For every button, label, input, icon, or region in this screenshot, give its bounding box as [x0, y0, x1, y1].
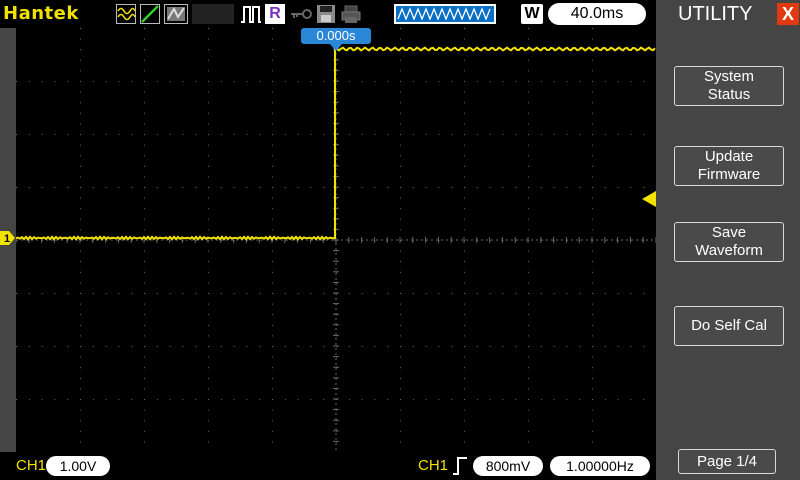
ch1-marker-icon[interactable]: 1	[0, 231, 16, 245]
ramp-icon[interactable]	[140, 4, 160, 24]
ch1-label: CH1	[16, 457, 47, 474]
timebase-value[interactable]: 40.0ms	[548, 3, 646, 25]
page-indicator-button[interactable]: Page 1/4	[678, 449, 776, 474]
save-waveform-button[interactable]: Save Waveform	[674, 222, 784, 262]
print-icon[interactable]	[340, 4, 362, 24]
utility-menu: UTILITY X System Status Update Firmware …	[656, 0, 800, 480]
ch1-marker-label: 1	[4, 233, 10, 245]
trigger-frequency: 1.00000Hz	[550, 456, 650, 476]
gray-wave-icon[interactable]	[164, 4, 188, 24]
rising-edge-icon	[453, 457, 467, 475]
key-icon	[289, 4, 313, 24]
graticule	[16, 28, 656, 452]
top-status-bar: Hantek R W 40.0ms	[0, 0, 656, 28]
trigger-position-icon	[330, 44, 342, 51]
trigger-level[interactable]: 800mV	[473, 456, 543, 476]
save-disk-icon[interactable]	[316, 4, 336, 24]
self-cal-button[interactable]: Do Self Cal	[674, 306, 784, 346]
ch1-scale[interactable]: 1.00V	[46, 456, 110, 476]
ch1-waveform-trace	[16, 45, 656, 241]
trigger-source-label: CH1	[418, 457, 449, 474]
acquire-normal-icon[interactable]	[116, 4, 136, 24]
trigger-level-icon[interactable]	[642, 191, 656, 207]
trigger-time-label[interactable]: 0.000s	[301, 28, 371, 44]
status-slot	[192, 4, 234, 24]
record-icon[interactable]: R	[265, 4, 285, 24]
update-firmware-button[interactable]: Update Firmware	[674, 146, 784, 186]
system-status-button[interactable]: System Status	[674, 66, 784, 106]
trigger-pulse-icon[interactable]	[240, 4, 262, 24]
timebase-mode-label[interactable]: W	[521, 4, 543, 24]
close-icon[interactable]: X	[777, 3, 799, 25]
memory-waveform-icon[interactable]	[394, 4, 496, 24]
waveform-display[interactable]	[16, 28, 656, 452]
bottom-status-bar: CH1 1.00V CH1 800mV 1.00000Hz	[0, 452, 656, 480]
brand-logo: Hantek	[3, 3, 79, 24]
